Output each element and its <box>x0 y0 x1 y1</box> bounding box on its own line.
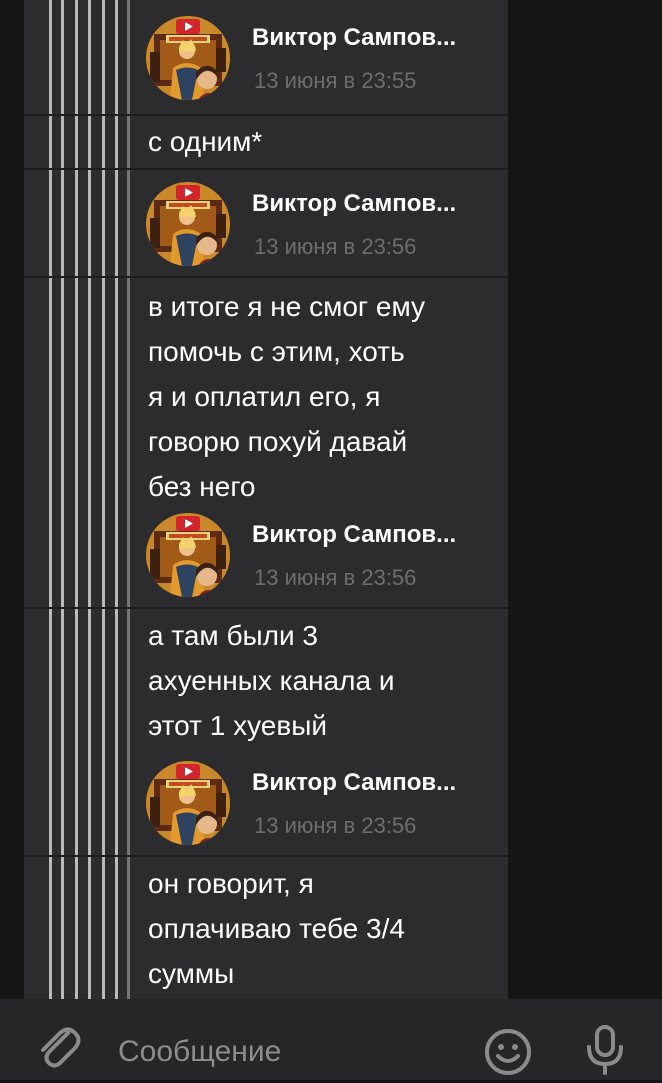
thread-line <box>88 0 91 999</box>
emoji-button[interactable] <box>482 1026 534 1078</box>
message-header[interactable]: Виктор Сампов... 13 июня в 23:55 <box>136 0 508 112</box>
avatar-image <box>146 182 230 266</box>
sender-name[interactable]: Виктор Сампов... <box>252 190 456 218</box>
message-header[interactable]: Виктор Сампов... 13 июня в 23:56 <box>136 497 508 609</box>
chat-history[interactable]: Виктор Сампов... 13 июня в 23:55 с одним… <box>0 0 662 999</box>
thread-line <box>102 0 105 999</box>
message-timestamp: 13 июня в 23:56 <box>254 813 417 838</box>
avatar[interactable] <box>146 513 230 597</box>
thread-line <box>127 0 130 999</box>
message-text: а там были 3 ахуенных канала и этот 1 ху… <box>148 620 395 741</box>
avatar-image <box>146 761 230 845</box>
thread-line <box>61 0 64 999</box>
message-timestamp: 13 июня в 23:55 <box>254 68 417 93</box>
sender-name[interactable]: Виктор Сампов... <box>252 769 456 797</box>
message-input-bar: Сообщение <box>0 999 662 1080</box>
avatar[interactable] <box>146 182 230 266</box>
thread-line <box>49 0 52 999</box>
divider <box>24 114 508 116</box>
thread-line <box>115 0 118 999</box>
avatar-image <box>146 16 230 100</box>
thread-line <box>75 0 78 999</box>
message-header[interactable]: Виктор Сампов... 13 июня в 23:56 <box>136 166 508 278</box>
message-text: с одним* <box>148 126 263 157</box>
paperclip-icon <box>41 1027 81 1068</box>
attach-button[interactable] <box>30 1017 86 1073</box>
smiley-icon <box>485 1029 531 1075</box>
sender-name[interactable]: Виктор Сампов... <box>252 24 456 52</box>
message-text: в итоге я не смог ему помочь с этим, хот… <box>148 291 426 502</box>
microphone-icon <box>587 1025 623 1075</box>
message-header[interactable]: Виктор Сампов... 13 июня в 23:56 <box>136 745 508 857</box>
avatar[interactable] <box>146 16 230 100</box>
sender-name[interactable]: Виктор Сампов... <box>252 521 456 549</box>
message-text: он говорит, я оплачиваю тебе 3/4 суммы <box>148 868 405 989</box>
message-input[interactable]: Сообщение <box>118 1035 281 1069</box>
avatar-image <box>146 513 230 597</box>
voice-button[interactable] <box>580 1023 630 1077</box>
message-timestamp: 13 июня в 23:56 <box>254 234 417 259</box>
avatar[interactable] <box>146 761 230 845</box>
message-timestamp: 13 июня в 23:56 <box>254 565 417 590</box>
